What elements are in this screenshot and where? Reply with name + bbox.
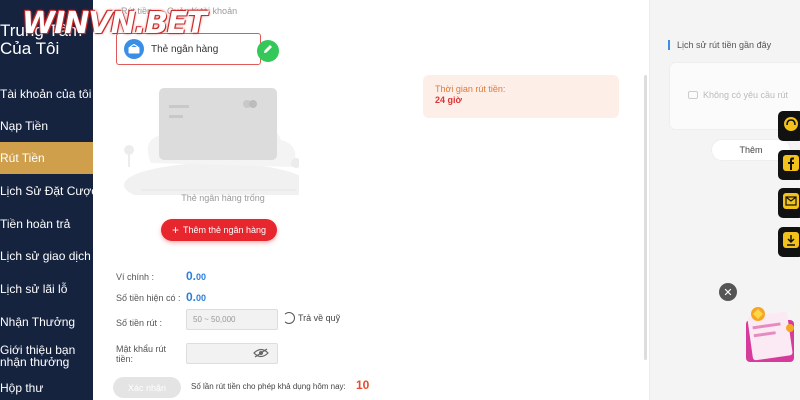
balance-value: 0.00 [186,290,206,304]
sidebar-item-referral[interactable]: Giới thiệu bạn nhận thưởng [0,340,93,372]
refund-label: Trả về quỹ [298,313,341,323]
sidebar-item-account[interactable]: Tài khoản của tôi [0,78,93,110]
message-float-button[interactable] [778,188,800,218]
bank-card-icon [124,39,144,59]
withdraw-count-value: 10 [356,378,370,392]
facebook-icon [783,154,799,176]
refresh-icon [283,312,295,324]
sidebar-item-profit-loss[interactable]: Lịch sử lãi lỗ [0,273,93,305]
sidebar-item-deposit[interactable]: Nạp Tiền [0,110,93,142]
scrollbar[interactable] [644,75,647,360]
withdraw-time-label: Thời gian rút tiền: [435,84,506,94]
refund-button[interactable]: Trả về quỹ [283,312,340,324]
edit-button[interactable] [257,40,279,62]
password-label: Mật khẩu rút tiền: [116,344,167,364]
facebook-float-button[interactable] [778,150,800,180]
confirm-button[interactable]: Xác nhận [113,377,181,398]
empty-bank-label: Thẻ ngân hàng trống [181,193,265,203]
eye-hidden-icon[interactable] [253,348,269,360]
wallet-decimals: 00 [196,272,207,282]
plus-icon: + [171,223,179,237]
sidebar: Trung Tâm Của Tôi Tài khoản của tôi Nạp … [0,0,93,400]
amount-label: Số tiền rút : [116,318,163,328]
withdraw-time-box: Thời gian rút tiền: 24 giờ [423,75,619,118]
tab-label: Thẻ ngân hàng [151,43,219,55]
amount-input[interactable]: 50 ~ 50,000 [186,309,278,330]
add-bank-card-button[interactable]: + Thêm thẻ ngân hàng [161,219,277,241]
sidebar-item-bet-history[interactable]: Lịch Sử Đặt Cược [0,175,93,207]
close-icon: ✕ [723,286,733,299]
password-input[interactable] [186,343,278,364]
add-bank-label: Thêm thẻ ngân hàng [182,225,267,235]
pencil-icon [262,42,274,60]
download-float-button[interactable] [778,227,800,257]
history-title: Lịch sử rút tiền gần đây [668,40,771,50]
envelope-icon [783,192,799,214]
wallet-label: Ví chính : [116,272,155,282]
sidebar-item-transactions[interactable]: Lịch sử giao dịch [0,240,93,272]
close-promo-button[interactable]: ✕ [719,283,737,301]
support-float-button[interactable] [778,111,800,141]
wallet-value: 0.00 [186,269,206,283]
empty-card-illustration [124,88,299,195]
headset-icon [783,116,799,137]
promo-gift-image[interactable] [738,300,800,368]
balance-decimals: 00 [196,293,207,303]
main-panel: Rút tiền › Quản lý tài khoản Thẻ ngân hàng… [93,0,649,400]
withdraw-count-label: Số lần rút tiền cho phép khả dụng hôm na… [191,382,346,391]
sidebar-item-rebate[interactable]: Tiền hoàn trả [0,208,93,240]
site-logo[interactable]: WINVN.BET [22,6,207,41]
balance-integer: 0. [186,290,197,304]
balance-label: Số tiền hiện có : [116,293,181,303]
sidebar-item-rewards[interactable]: Nhận Thưởng [0,306,93,338]
sidebar-item-withdraw[interactable]: Rút Tiền [0,142,93,174]
empty-box-icon [688,91,698,99]
history-empty-label: Không có yêu cầu rút [703,90,789,100]
history-empty: Không có yêu cầu rút [688,90,788,100]
wallet-integer: 0. [186,269,197,283]
sidebar-item-inbox[interactable]: Hộp thư [0,372,93,400]
withdraw-time-value: 24 giờ [435,95,462,105]
download-icon [783,231,799,253]
